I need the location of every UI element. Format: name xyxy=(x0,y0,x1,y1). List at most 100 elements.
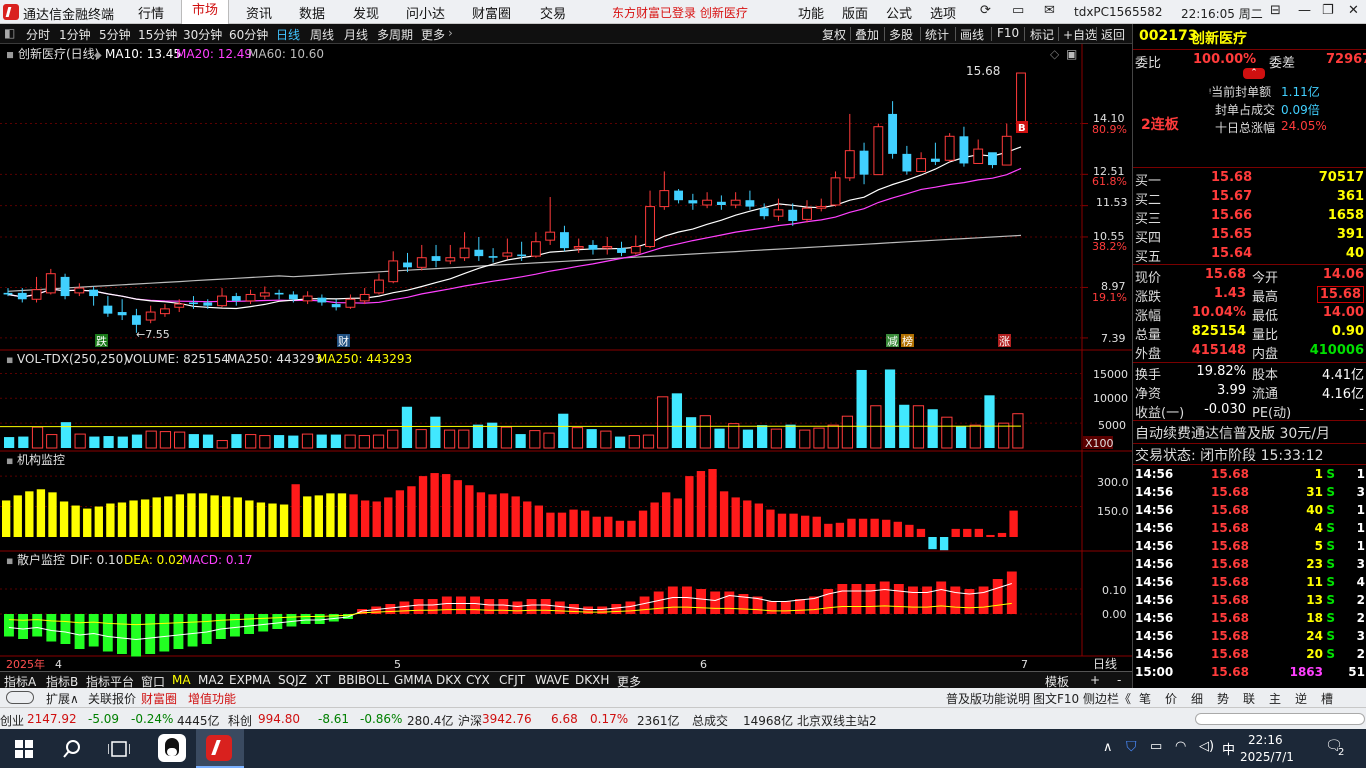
community-button[interactable]: 财富圈 xyxy=(141,690,177,707)
expand-icon[interactable]: ▣ xyxy=(1066,47,1077,61)
macd-menu-icon[interactable]: ◾ xyxy=(6,556,13,567)
menu-quotes[interactable]: 行情 xyxy=(136,3,166,22)
period-multi[interactable]: 多周期 xyxy=(377,26,413,43)
draw-button[interactable]: 画线 xyxy=(960,26,984,43)
chart-menu-icon[interactable]: ◾ xyxy=(6,48,14,61)
period-daily[interactable]: 日线 xyxy=(276,26,300,43)
taskbar-time[interactable]: 22:16 xyxy=(1248,733,1283,747)
promo-banner[interactable]: 自动续费通达信普及版 30元/月 xyxy=(1135,423,1330,443)
period-30min[interactable]: 30分钟 xyxy=(183,26,222,43)
shield-icon[interactable]: ⛉ xyxy=(1126,739,1137,755)
mail-icon[interactable]: ✉ xyxy=(1044,3,1055,18)
indicator-tab[interactable]: CFJT xyxy=(499,673,525,687)
inst-menu-icon[interactable]: ◾ xyxy=(6,456,13,467)
menu-functions[interactable]: 功能 xyxy=(796,3,826,22)
login-notice[interactable]: 东方财富已登录 创新医疗 xyxy=(610,4,750,21)
f10-graphic-button[interactable]: 图文F10 xyxy=(1033,690,1079,707)
overlay-button[interactable]: 叠加 xyxy=(855,26,879,43)
kline-chart[interactable]: ◾ 创新医疗(日线) ◆ MA10: 13.45 MA20: 12.49 MA6… xyxy=(0,44,1132,672)
zoom-in-button[interactable]: + xyxy=(1090,673,1100,687)
bid-vol[interactable]: 70517 xyxy=(1319,170,1364,185)
period-monthly[interactable]: 月线 xyxy=(344,26,368,43)
indicator-tab[interactable]: EXPMA xyxy=(229,673,271,687)
indicator-tab[interactable]: SQJZ xyxy=(278,673,307,687)
buy-marker[interactable]: B xyxy=(1018,123,1026,134)
menu-formula[interactable]: 公式 xyxy=(884,3,914,22)
qq-app-icon[interactable] xyxy=(158,734,186,762)
battery-icon[interactable]: ▭ xyxy=(1150,739,1162,754)
taskbar-date[interactable]: 2025/7/1 xyxy=(1240,750,1294,764)
side-tab[interactable]: 价 xyxy=(1165,690,1177,707)
bid-vol[interactable]: 391 xyxy=(1337,227,1364,242)
side-tab[interactable]: 势 xyxy=(1217,690,1229,707)
multi-stock-button[interactable]: 多股 xyxy=(889,26,913,43)
refresh-icon[interactable]: ⟳ xyxy=(980,3,991,18)
period-60min[interactable]: 60分钟 xyxy=(229,26,268,43)
menu-discover[interactable]: 发现 xyxy=(351,3,381,22)
side-tab[interactable]: 逆 xyxy=(1295,690,1307,707)
side-tab[interactable]: 笔 xyxy=(1139,690,1151,707)
side-tab[interactable]: 主 xyxy=(1269,690,1281,707)
indicator-tab[interactable]: BBIBOLL xyxy=(338,673,389,687)
period-1min[interactable]: 1分钟 xyxy=(59,26,91,43)
period-weekly[interactable]: 周线 xyxy=(310,26,334,43)
menu-community[interactable]: 财富圈 xyxy=(470,3,513,22)
marker-finance[interactable]: 财 xyxy=(338,334,349,348)
search-icon[interactable] xyxy=(62,739,82,759)
volume-icon[interactable]: ◁) xyxy=(1199,739,1214,754)
indicator-tab[interactable]: XT xyxy=(315,673,330,687)
sidebar-toggle-button[interactable]: 侧边栏《 xyxy=(1083,690,1131,707)
bid-price[interactable]: 15.65 xyxy=(1211,227,1252,242)
ma-settings-icon[interactable]: ◆ xyxy=(94,50,102,61)
marker-rise[interactable]: 涨 xyxy=(999,335,1010,348)
window-icon[interactable]: ▭ xyxy=(1012,3,1024,18)
bid-price[interactable]: 15.67 xyxy=(1211,189,1252,204)
bid-price[interactable]: 15.68 xyxy=(1211,170,1252,185)
indicator-tab[interactable]: GMMA xyxy=(394,673,432,687)
close-icon[interactable]: ✕ xyxy=(1348,3,1359,18)
indicator-tab[interactable]: MA2 xyxy=(198,673,224,687)
stats-button[interactable]: 统计 xyxy=(925,26,949,43)
vol-menu-icon[interactable]: ◾ xyxy=(6,355,13,366)
f10-button[interactable]: F10 xyxy=(997,26,1019,40)
period-intraday[interactable]: 分时 xyxy=(26,26,50,43)
mark-button[interactable]: 标记 xyxy=(1030,26,1054,43)
bid-vol[interactable]: 1658 xyxy=(1328,208,1364,223)
wifi-icon[interactable]: ◠ xyxy=(1175,739,1186,754)
collapse-icon[interactable]: ⌃ xyxy=(1243,68,1265,79)
side-tab[interactable]: 联 xyxy=(1243,690,1255,707)
tdx-taskbar-button[interactable] xyxy=(196,729,244,768)
menu-options[interactable]: 选项 xyxy=(928,3,958,22)
expand-button[interactable]: 扩展∧ xyxy=(46,690,79,707)
ime-indicator[interactable]: 中 xyxy=(1222,739,1235,758)
side-tab[interactable]: 细 xyxy=(1191,690,1203,707)
windows-start-icon[interactable] xyxy=(15,740,33,758)
menu-ask[interactable]: 问小达 xyxy=(404,3,447,22)
indicator-tab[interactable]: MA xyxy=(172,673,191,687)
menu-trade[interactable]: 交易 xyxy=(538,3,568,22)
bid-price[interactable]: 15.64 xyxy=(1211,246,1252,261)
zoom-out-button[interactable]: - xyxy=(1117,673,1121,687)
add-watchlist-button[interactable]: +自选 xyxy=(1063,26,1097,43)
value-added-button[interactable]: 增值功能 xyxy=(188,690,236,707)
panel-toggle-icon[interactable]: ◧ xyxy=(4,26,15,40)
marker-list[interactable]: 榜 xyxy=(902,334,913,348)
marker-reduce[interactable]: 减 xyxy=(887,335,898,348)
diamond-icon[interactable]: ◇ xyxy=(1050,47,1060,61)
period-more[interactable]: 更多 xyxy=(421,26,445,43)
bid-vol[interactable]: 361 xyxy=(1337,189,1364,204)
progress-slider[interactable] xyxy=(1195,713,1365,725)
period-15min[interactable]: 15分钟 xyxy=(138,26,177,43)
menu-news[interactable]: 资讯 xyxy=(244,3,274,22)
chevron-right-icon[interactable]: › xyxy=(448,26,453,40)
related-quote-button[interactable]: 关联报价 xyxy=(88,690,136,707)
version-info-button[interactable]: 普及版功能说明 xyxy=(946,690,1030,707)
minimize-icon[interactable]: — xyxy=(1298,3,1311,18)
period-5min[interactable]: 5分钟 xyxy=(99,26,131,43)
bid-price[interactable]: 15.66 xyxy=(1211,208,1252,223)
adjust-button[interactable]: 复权 xyxy=(822,26,846,43)
chevron-up-icon[interactable]: ∧ xyxy=(1103,740,1113,755)
menu-layout[interactable]: 版面 xyxy=(840,3,870,22)
indicator-tab[interactable]: DKX xyxy=(436,673,461,687)
back-button[interactable]: 返回 xyxy=(1101,26,1125,43)
